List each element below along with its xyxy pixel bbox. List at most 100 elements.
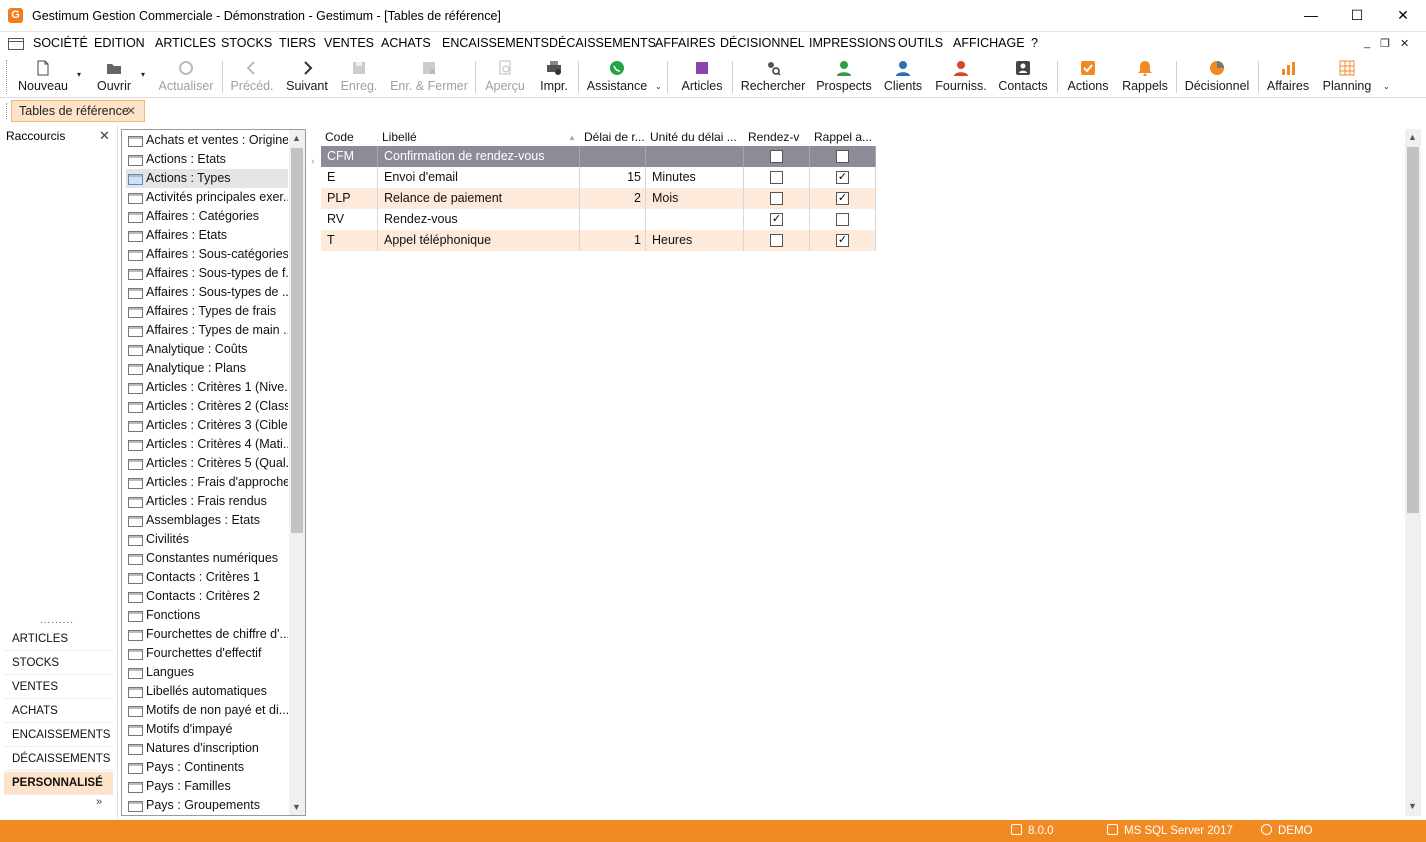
cell-delai[interactable] [580, 209, 646, 230]
precedent-button[interactable]: Précéd. [229, 58, 275, 96]
list-item[interactable]: Articles : Frais rendus [126, 492, 288, 511]
list-item[interactable]: Achats et ventes : Origines [126, 131, 288, 150]
list-item[interactable]: Fonctions [126, 606, 288, 625]
close-button[interactable]: ✕ [1380, 0, 1426, 31]
list-item[interactable]: Fourchettes de chiffre d'... [126, 625, 288, 644]
menu-encaissements[interactable]: ENCAISSEMENTS [442, 36, 549, 50]
list-item[interactable]: Civilités [126, 530, 288, 549]
menu-impressions[interactable]: IMPRESSIONS [809, 36, 896, 50]
table-row[interactable]: PLP Relance de paiement 2 Mois ✓ [321, 188, 876, 209]
rappel-checkbox[interactable]: ✓ [836, 192, 849, 205]
table-row[interactable]: T Appel téléphonique 1 Heures ✓ [321, 230, 876, 251]
rendezvous-checkbox[interactable] [770, 192, 783, 205]
maximize-button[interactable]: ☐ [1334, 0, 1380, 31]
cell-code[interactable]: PLP [321, 188, 378, 209]
cell-code[interactable]: T [321, 230, 378, 251]
list-item[interactable]: Pays : Continents [126, 758, 288, 777]
menu-decisionnel[interactable]: DÉCISIONNEL [720, 36, 805, 50]
list-item[interactable]: Pays : Familles [126, 777, 288, 796]
shortcut-category-stocks[interactable]: STOCKS [4, 652, 113, 675]
rappel-checkbox[interactable]: ✓ [836, 234, 849, 247]
contacts-button[interactable]: Contacts [997, 58, 1049, 96]
panel-splitter[interactable]: ......... [40, 615, 74, 626]
list-item[interactable]: Natures d'inscription [126, 739, 288, 758]
list-item[interactable]: Affaires : Catégories [126, 207, 288, 226]
scroll-thumb[interactable] [1407, 147, 1419, 513]
list-item[interactable]: Actions : Types [126, 169, 288, 188]
list-item[interactable]: Articles : Critères 1 (Nive... [126, 378, 288, 397]
list-item[interactable]: Motifs de non payé et di... [126, 701, 288, 720]
tabbar-grip[interactable] [6, 103, 9, 119]
enr-fermer-button[interactable]: Enr. & Fermer [389, 58, 469, 96]
toolbar-overflow-icon[interactable]: ⌄ [655, 82, 662, 91]
menu-affaires[interactable]: AFFAIRES [655, 36, 715, 50]
suivant-button[interactable]: Suivant [285, 58, 329, 96]
cell-delai[interactable]: 15 [580, 167, 646, 188]
rappel-checkbox[interactable] [836, 213, 849, 226]
menu-societe[interactable]: SOCIÉTÉ [33, 36, 88, 50]
rendezvous-checkbox[interactable] [770, 171, 783, 184]
cell-unite[interactable] [646, 146, 744, 167]
window-menu-icon[interactable] [8, 38, 24, 50]
list-item[interactable]: Articles : Critères 3 (Cible) [126, 416, 288, 435]
list-item[interactable]: Motifs d'impayé [126, 720, 288, 739]
cell-code[interactable]: RV [321, 209, 378, 230]
cell-unite[interactable]: Heures [646, 230, 744, 251]
menu-ventes[interactable]: VENTES [324, 36, 374, 50]
toolbar-grip[interactable] [6, 60, 9, 94]
toolbar-overflow-icon[interactable]: ⌄ [1383, 82, 1390, 91]
table-row[interactable]: RV Rendez-vous ✓ [321, 209, 876, 230]
tab-tables-de-reference[interactable]: Tables de référence ✕ [11, 100, 145, 122]
table-row[interactable]: E Envoi d'email 15 Minutes ✓ [321, 167, 876, 188]
mdi-minimize-button[interactable]: _ [1364, 37, 1370, 49]
cell-unite[interactable] [646, 209, 744, 230]
assistance-button[interactable]: Assistance [585, 58, 649, 96]
list-item[interactable]: Analytique : Plans [126, 359, 288, 378]
cell-delai[interactable] [580, 146, 646, 167]
list-item[interactable]: Activités principales exer... [126, 188, 288, 207]
prospects-button[interactable]: Prospects [815, 58, 873, 96]
cell-delai[interactable]: 1 [580, 230, 646, 251]
planning-button[interactable]: Planning [1321, 58, 1373, 96]
list-item[interactable]: Constantes numériques [126, 549, 288, 568]
affaires-button[interactable]: Affaires [1265, 58, 1311, 96]
fourniss-button[interactable]: Fourniss. [934, 58, 988, 96]
rendezvous-checkbox[interactable] [770, 234, 783, 247]
list-item[interactable]: Affaires : Types de frais [126, 302, 288, 321]
list-item[interactable]: Analytique : Coûts [126, 340, 288, 359]
list-item[interactable]: Articles : Critères 2 (Class... [126, 397, 288, 416]
menu-outils[interactable]: OUTILS [898, 36, 943, 50]
list-item[interactable]: Langues [126, 663, 288, 682]
enreg-button[interactable]: Enreg. [337, 58, 381, 96]
cell-libelle[interactable]: Rendez-vous [378, 209, 580, 230]
cell-code[interactable]: E [321, 167, 378, 188]
cell-delai[interactable]: 2 [580, 188, 646, 209]
list-item[interactable]: Contacts : Critères 2 [126, 587, 288, 606]
column-header-code[interactable]: Code▲ [321, 129, 378, 146]
scroll-up-arrow-icon[interactable]: ▲ [1408, 132, 1417, 142]
column-header-rappel[interactable]: Rappel a... [810, 129, 876, 146]
scroll-up-arrow-icon[interactable]: ▲ [292, 133, 301, 143]
list-item[interactable]: Articles : Critères 5 (Qual... [126, 454, 288, 473]
menu-edition[interactable]: EDITION [94, 36, 145, 50]
rechercher-button[interactable]: Rechercher [740, 58, 806, 96]
rendezvous-checkbox[interactable] [770, 150, 783, 163]
list-item[interactable]: Assemblages : Etats [126, 511, 288, 530]
list-item[interactable]: Articles : Critères 4 (Mati... [126, 435, 288, 454]
shortcut-category-ventes[interactable]: VENTES [4, 676, 113, 699]
list-item[interactable]: Affaires : Etats [126, 226, 288, 245]
app-logo-icon[interactable]: G [8, 8, 23, 23]
cell-libelle[interactable]: Envoi d'email [378, 167, 580, 188]
column-header-rendezvous[interactable]: Rendez-v [744, 129, 810, 146]
shortcut-category-decaissements[interactable]: DÉCAISSEMENTS [4, 748, 113, 771]
scroll-down-arrow-icon[interactable]: ▼ [292, 802, 301, 812]
menu-stocks[interactable]: STOCKS [221, 36, 272, 50]
rendezvous-checkbox[interactable]: ✓ [770, 213, 783, 226]
list-item[interactable]: Contacts : Critères 1 [126, 568, 288, 587]
list-item[interactable]: Fourchettes d'effectif [126, 644, 288, 663]
list-item[interactable]: Affaires : Sous-types de f... [126, 264, 288, 283]
ouvrir-dropdown-arrow[interactable]: ▾ [141, 70, 145, 79]
rappels-button[interactable]: Rappels [1120, 58, 1170, 96]
mdi-close-button[interactable]: ✕ [1400, 37, 1409, 50]
cell-libelle[interactable]: Appel téléphonique [378, 230, 580, 251]
